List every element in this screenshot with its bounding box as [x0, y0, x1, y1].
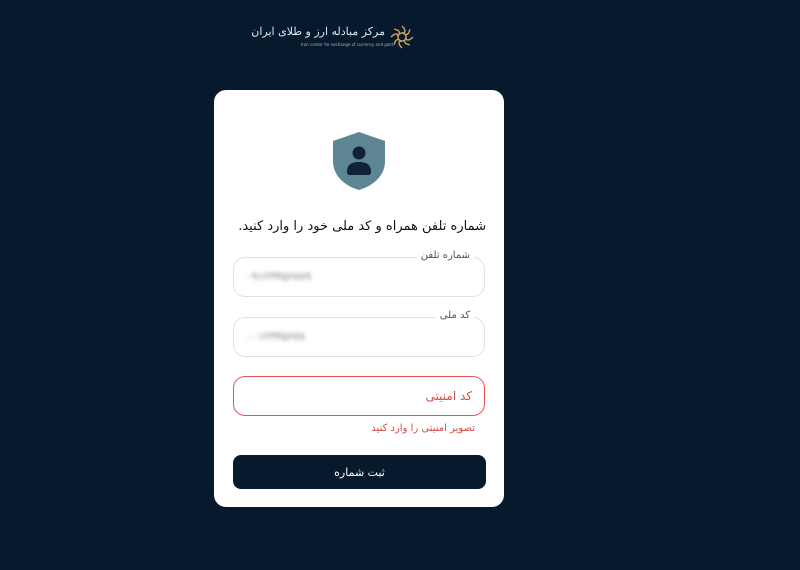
- phone-field[interactable]: شماره تلفن ۰۹۱۲۳۴۵۶۷۸۹: [233, 249, 485, 297]
- logo-title: مرکز مبادله ارز و طلای ایران: [251, 25, 385, 38]
- captcha-field[interactable]: [233, 376, 485, 416]
- phone-label: شماره تلفن: [416, 249, 474, 263]
- national-code-label: کد ملی: [435, 309, 474, 323]
- instruction-text: شماره تلفن همراه و کد ملی خود را وارد کن…: [238, 219, 486, 234]
- logo-subtitle: Iran center for exchange of currency and…: [301, 42, 393, 47]
- submit-button[interactable]: ثبت شماره: [233, 455, 486, 489]
- phone-value[interactable]: ۰۹۱۲۳۴۵۶۷۸۹: [246, 269, 311, 285]
- national-code-field[interactable]: کد ملی ۰۰۱۲۳۴۵۶۷۸: [233, 309, 485, 357]
- captcha-input[interactable]: [234, 377, 484, 415]
- logo: مرکز مبادله ارز و طلای ایران Iran center…: [251, 22, 415, 56]
- login-card: شماره تلفن همراه و کد ملی خود را وارد کن…: [214, 90, 504, 507]
- shield-user-icon: [333, 132, 385, 190]
- national-code-value[interactable]: ۰۰۱۲۳۴۵۶۷۸: [246, 329, 305, 345]
- captcha-error: تصویر امنیتی را وارد کنید: [371, 423, 475, 434]
